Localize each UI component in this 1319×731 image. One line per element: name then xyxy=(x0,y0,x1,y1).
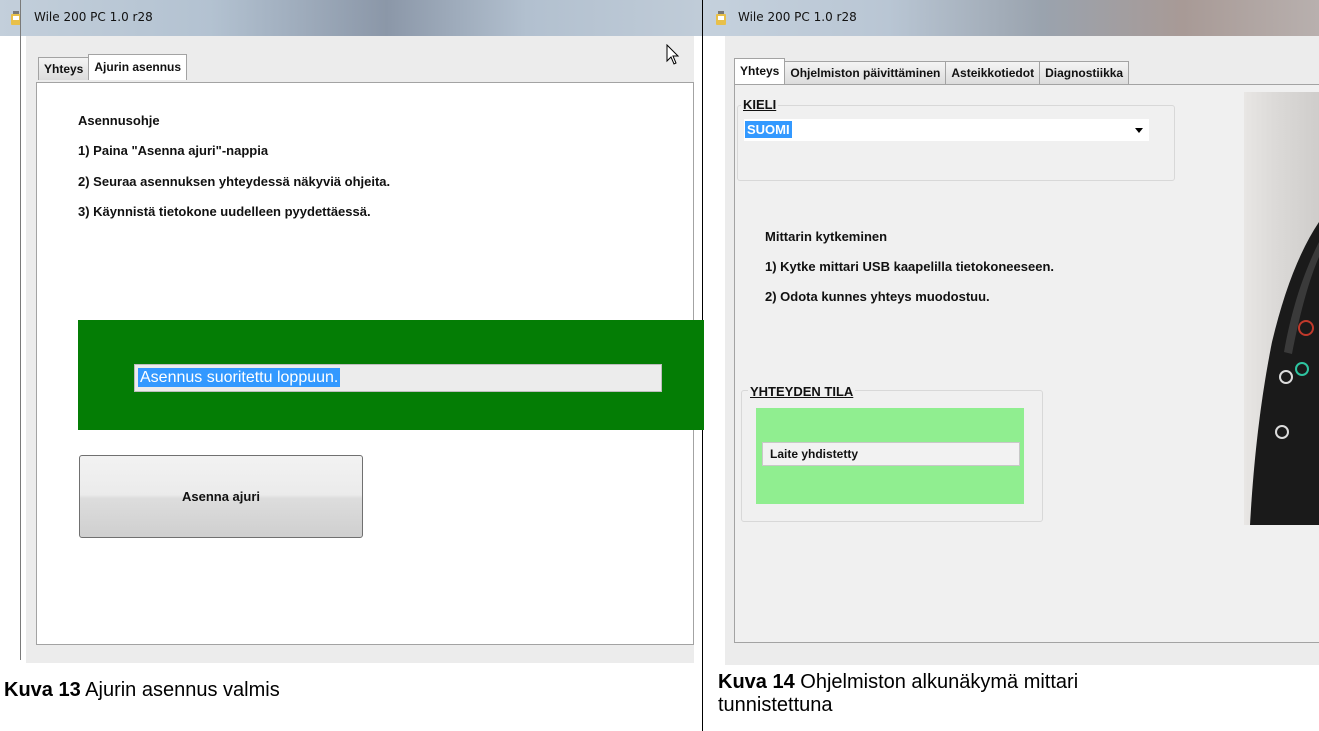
figure-14-label: Kuva 14 xyxy=(718,671,795,693)
connection-state-field[interactable]: Laite yhdistetty xyxy=(762,442,1020,466)
install-status-text: Asennus suoritettu loppuun. xyxy=(138,368,341,387)
right-title-bar[interactable]: Wile 200 PC 1.0 r28 xyxy=(703,0,1319,36)
connect-step-2: 2) Odota kunnes yhteys muodostuu. xyxy=(765,289,990,304)
instruction-step-3: 3) Käynnistä tietokone uudelleen pyydett… xyxy=(78,204,371,219)
instructions-heading: Asennusohje xyxy=(78,113,160,128)
language-label: KIELI xyxy=(741,97,779,112)
right-tab-strip: Yhteys Ohjelmiston päivittäminen Asteikk… xyxy=(734,58,1130,84)
dropdown-arrow-icon[interactable] xyxy=(1135,128,1143,133)
tab-ajurin-asennus[interactable]: Ajurin asennus xyxy=(88,54,188,80)
install-driver-button[interactable]: Asenna ajuri xyxy=(79,455,363,538)
mouse-cursor-icon xyxy=(666,44,680,65)
left-title-bar[interactable]: Wile 200 PC 1.0 r28 xyxy=(0,0,702,36)
right-window-title: Wile 200 PC 1.0 r28 xyxy=(738,10,857,24)
connection-state-panel: Laite yhdistetty xyxy=(756,408,1024,504)
connect-heading: Mittarin kytkeminen xyxy=(765,229,888,244)
tab-ohjelmiston-paivittaminen[interactable]: Ohjelmiston päivittäminen xyxy=(784,61,947,84)
figure-13-text: Ajurin asennus valmis xyxy=(80,679,280,701)
app-icon xyxy=(716,11,726,25)
connect-step-1: 1) Kytke mittari USB kaapelilla tietokon… xyxy=(765,259,1054,274)
figure-13-caption: Kuva 13 Ajurin asennus valmis xyxy=(4,679,280,702)
tab-yhteys[interactable]: Yhteys xyxy=(734,58,786,84)
instruction-step-2: 2) Seuraa asennuksen yhteydessä näkyviä … xyxy=(78,174,391,189)
connection-state-label: YHTEYDEN TILA xyxy=(748,384,856,399)
meter-photo xyxy=(1244,92,1319,525)
figure-14-caption: Kuva 14 Ohjelmiston alkunäkymä mittari t… xyxy=(718,671,1078,717)
instruction-step-1: 1) Paina "Asenna ajuri"-nappia xyxy=(78,143,269,158)
install-status-field[interactable]: Asennus suoritettu loppuun. xyxy=(134,364,662,392)
tab-asteikkotiedot[interactable]: Asteikkotiedot xyxy=(945,61,1041,84)
figure-14-text-line1: Ohjelmiston alkunäkymä mittari xyxy=(794,671,1079,693)
left-edge-line xyxy=(20,0,21,660)
meter-image xyxy=(1250,222,1319,525)
figure-14-text-line2: tunnistettuna xyxy=(718,694,833,716)
language-selected-value: SUOMI xyxy=(745,121,792,138)
figure-13-label: Kuva 13 xyxy=(4,679,81,701)
connection-state-value: Laite yhdistetty xyxy=(770,447,859,461)
language-select[interactable]: SUOMI xyxy=(744,119,1149,141)
install-status-band: Asennus suoritettu loppuun. xyxy=(78,320,704,430)
left-window-title: Wile 200 PC 1.0 r28 xyxy=(34,10,153,24)
language-groupbox xyxy=(737,105,1175,181)
left-tab-strip: Yhteys Ajurin asennus xyxy=(38,54,188,80)
tab-diagnostiikka[interactable]: Diagnostiikka xyxy=(1039,61,1130,84)
tab-yhteys[interactable]: Yhteys xyxy=(38,57,90,80)
